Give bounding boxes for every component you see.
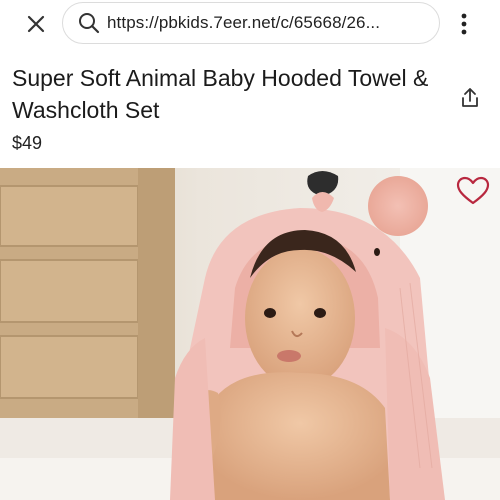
close-button[interactable] [22,10,50,38]
heart-outline-icon [456,176,490,205]
address-bar[interactable]: https://pbkids.7eer.net/c/65668/26... [62,2,440,44]
product-price: $49 [12,133,43,153]
url-text: https://pbkids.7eer.net/c/65668/26... [107,13,381,32]
product-image[interactable] [0,168,500,500]
more-vertical-icon [461,13,467,35]
favorite-button[interactable] [456,176,492,210]
search-icon [79,13,100,34]
share-icon [462,88,478,107]
product-title: Super Soft Animal Baby Hooded Towel & Wa… [12,65,429,123]
overflow-menu-button[interactable] [452,10,476,38]
close-icon [27,15,45,33]
share-button[interactable] [458,86,482,110]
baby-in-hooded-towel-photo [0,168,500,500]
browser-toolbar: https://pbkids.7eer.net/c/65668/26... [0,0,500,50]
